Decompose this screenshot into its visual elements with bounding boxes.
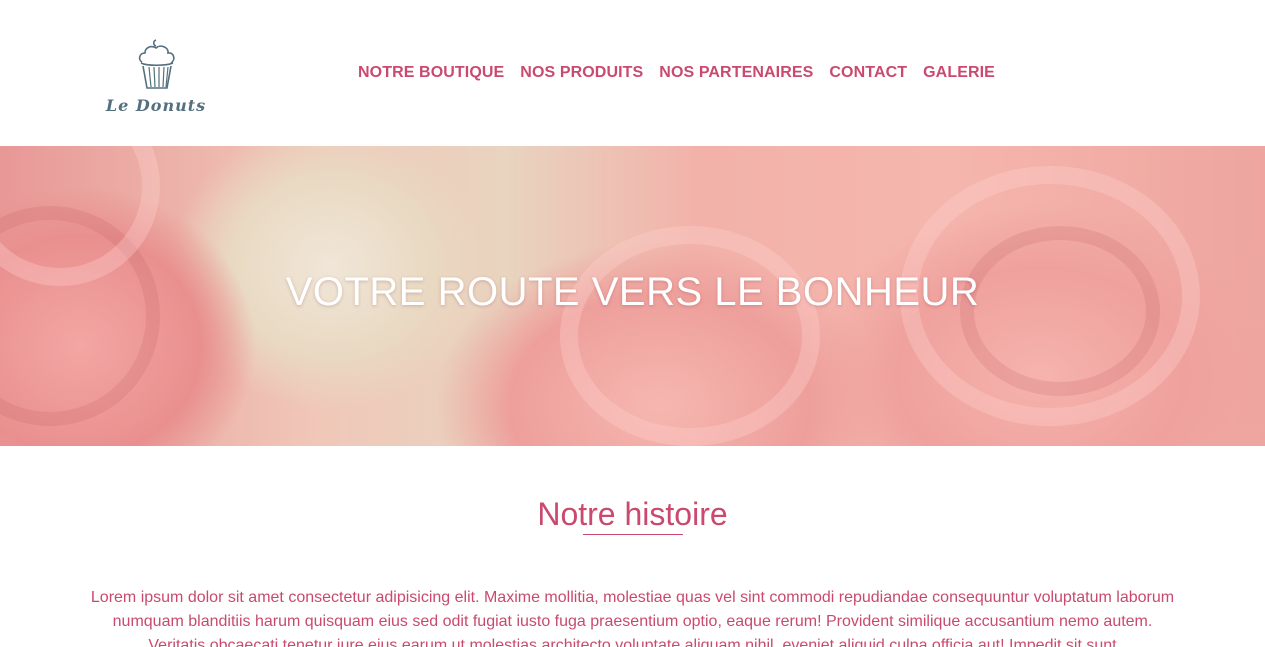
story-text: Lorem ipsum dolor sit amet consectetur a… [90, 589, 1175, 647]
nav-item-nos-produits[interactable]: NOS PRODUITS [520, 63, 643, 83]
nav-item-contact[interactable]: CONTACT [829, 63, 907, 83]
site-header: Le Donuts NOTRE BOUTIQUE NOS PRODUITS NO… [0, 0, 1265, 146]
home-logo-link[interactable]: Le Donuts [104, 38, 208, 120]
hero-frosting-swirl [560, 226, 820, 446]
hero-title: VOTRE ROUTE VERS LE BONHEUR [285, 270, 980, 314]
main-nav: NOTRE BOUTIQUE NOS PRODUITS NOS PARTENAI… [358, 63, 1011, 83]
nav-item-nos-partenaires[interactable]: NOS PARTENAIRES [659, 63, 813, 83]
nav-item-galerie[interactable]: GALERIE [923, 63, 995, 83]
hero-banner: VOTRE ROUTE VERS LE BONHEUR [0, 146, 1265, 446]
cupcake-icon [138, 39, 175, 89]
brand-name: Le Donuts [105, 96, 207, 115]
nav-item-notre-boutique[interactable]: NOTRE BOUTIQUE [358, 63, 504, 83]
story-title: Notre histoire [537, 496, 728, 532]
story-title-underline [583, 534, 683, 535]
